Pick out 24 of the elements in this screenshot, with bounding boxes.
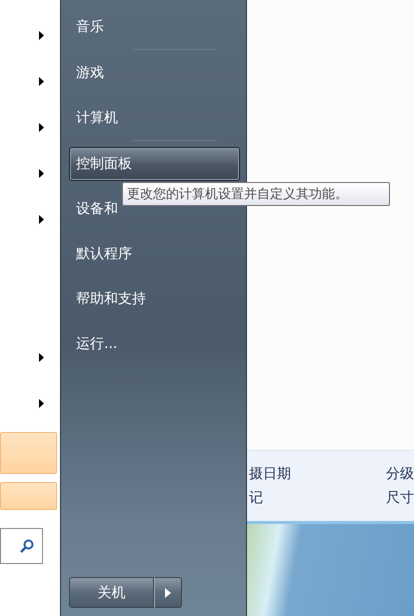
tooltip: 更改您的计算机设置并自定义其功能。 [122,182,390,206]
details-label: 记 [249,489,263,507]
search-field[interactable] [0,528,43,564]
details-label: 尺寸 [386,489,414,507]
caret-icon [165,588,171,598]
shutdown-button[interactable]: 关机 [69,577,154,608]
search-icon[interactable] [20,539,34,553]
shutdown-options-button[interactable] [154,577,182,608]
menu-item[interactable]: 默认程序 [69,237,240,271]
menu-item[interactable]: 运行... [69,327,240,361]
details-label: 摄日期 [249,465,291,483]
menu-item[interactable]: 游戏 [69,56,240,90]
submenu-arrow-icon[interactable] [39,168,44,178]
menu-item[interactable]: 音乐 [69,10,240,44]
submenu-arrow-icon[interactable] [39,122,44,132]
submenu-arrow-icon[interactable] [39,30,44,40]
menu-item[interactable]: 计算机 [69,101,240,135]
menu-item[interactable]: 帮助和支持 [69,282,240,316]
submenu-arrow-icon[interactable] [39,352,44,362]
details-label: 分级 [386,465,414,483]
submenu-arrow-icon[interactable] [39,214,44,224]
menu-item[interactable]: 控制面板 [69,147,240,181]
submenu-arrow-icon[interactable] [39,76,44,86]
submenu-arrow-icon[interactable] [39,398,44,408]
